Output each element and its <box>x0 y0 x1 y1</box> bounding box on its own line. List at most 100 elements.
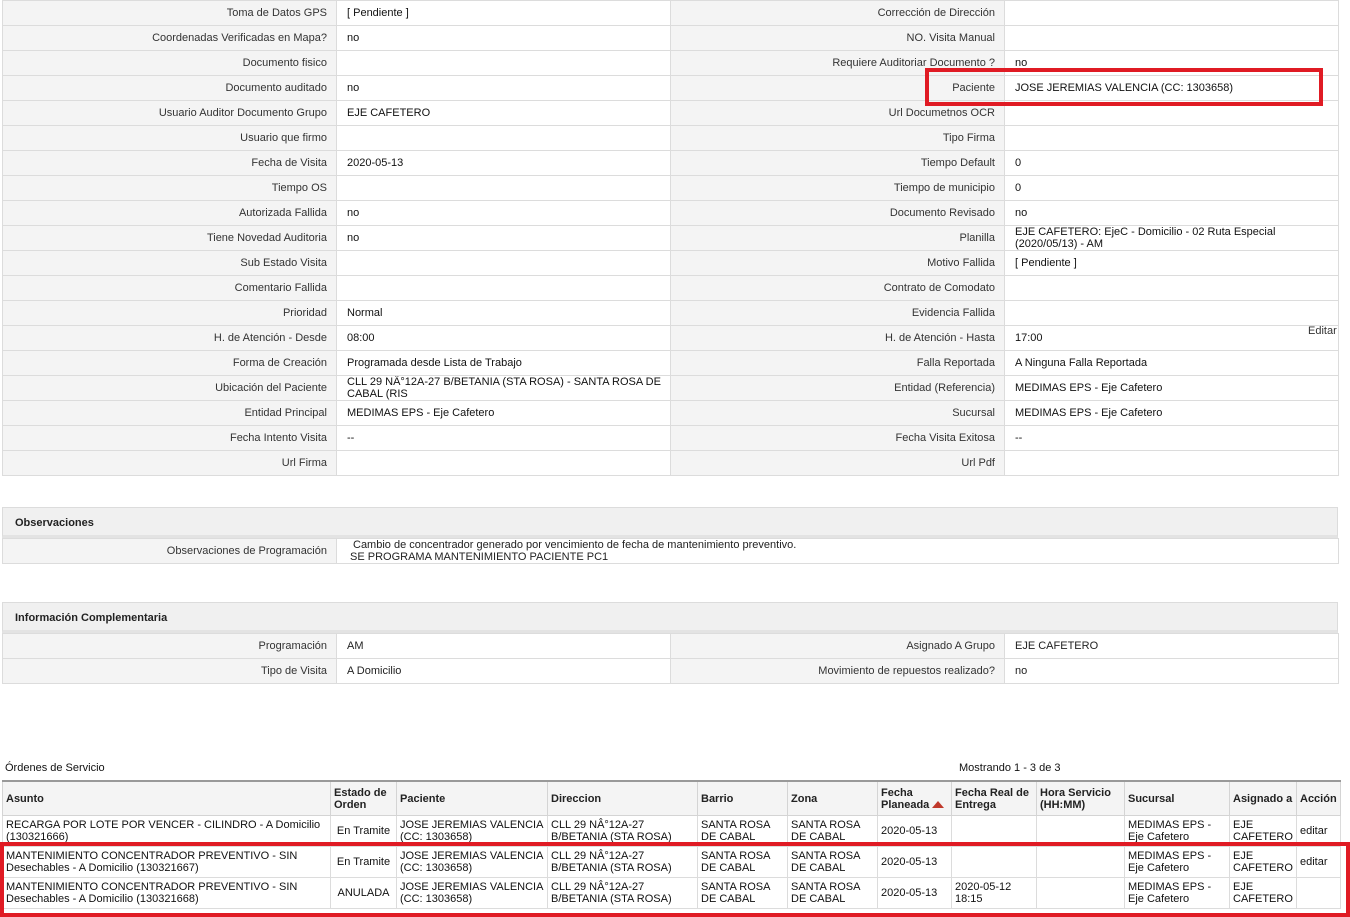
field-label: Documento Revisado <box>670 200 1005 226</box>
field-value: Normal <box>336 300 671 326</box>
field-label: Tiene Novedad Auditoria <box>2 225 337 251</box>
field-label: Fecha de Visita <box>2 150 337 176</box>
table-cell: JOSE JEREMIAS VALENCIA (CC: 1303658) <box>396 815 548 847</box>
field-label: Programación <box>2 633 337 659</box>
column-header[interactable]: Direccion <box>547 780 698 816</box>
field-value: EJE CAFETERO: EjeC - Domicilio - 02 Ruta… <box>1004 225 1339 251</box>
field-label: Documento auditado <box>2 75 337 101</box>
detail-row: Documento fisico Requiere Auditoriar Docu… <box>2 50 1339 76</box>
table-cell: SANTA ROSA DE CABAL <box>787 815 878 847</box>
field-value <box>336 275 671 301</box>
table-cell: En Tramite <box>330 815 397 847</box>
column-header-label: Hora Servicio (HH:MM) <box>1040 786 1111 811</box>
edit-link[interactable]: Editar <box>1308 325 1337 337</box>
field-label: H. de Atención - Desde <box>2 325 337 351</box>
field-value <box>1004 275 1339 301</box>
detail-row: Prioridad Normal Evidencia Fallida <box>2 300 1339 326</box>
field-value: JOSE JEREMIAS VALENCIA (CC: 1303658) <box>1004 75 1339 101</box>
field-label: Movimiento de repuestos realizado? <box>670 658 1005 684</box>
field-label: Fecha Visita Exitosa <box>670 425 1005 451</box>
column-header[interactable]: Fecha Planeada <box>877 780 952 816</box>
detail-row: Autorizada Fallida no Documento Revisado no <box>2 200 1339 226</box>
field-label: Comentario Fallida <box>2 275 337 301</box>
detail-row: Fecha Intento Visita -- Fecha Visita Exito… <box>2 425 1339 451</box>
detail-row: Usuario que firmo Tipo Firma <box>2 125 1339 151</box>
observaciones-section: Observaciones Observaciones de Programac… <box>2 507 1339 564</box>
field-label: Toma de Datos GPS <box>2 0 337 26</box>
field-value: MEDIMAS EPS - Eje Cafetero <box>1004 400 1339 426</box>
column-header[interactable]: Zona <box>787 780 878 816</box>
table-cell: MEDIMAS EPS - Eje Cafetero <box>1124 815 1230 847</box>
field-value: [ Pendiente ] <box>1004 250 1339 276</box>
field-label: Sub Estado Visita <box>2 250 337 276</box>
table-cell: 2020-05-13 <box>877 877 952 909</box>
orders-table: Asunto Estado de Orden Paciente Direccion Ba… <box>2 780 1341 909</box>
detail-row: Fecha de Visita 2020-05-13 Tiempo Default 0 <box>2 150 1339 176</box>
table-cell: EJE CAFETERO <box>1229 846 1297 878</box>
column-header[interactable]: Asunto <box>2 780 331 816</box>
column-header-label: Asunto <box>6 792 44 805</box>
column-header[interactable]: Estado de Orden <box>330 780 397 816</box>
table-cell: EJE CAFETERO <box>1229 877 1297 909</box>
table-row: RECARGA POR LOTE POR VENCER - CILINDRO -… <box>2 815 1341 847</box>
column-header[interactable]: Asignado a <box>1229 780 1297 816</box>
field-value: A Domicilio <box>336 658 671 684</box>
column-header-label: Sucursal <box>1128 792 1175 805</box>
field-value: 0 <box>1004 175 1339 201</box>
complementaria-table: Programación AM Asignado A Grupo EJE CAFETE… <box>2 633 1339 684</box>
field-label: Tiempo de municipio <box>670 175 1005 201</box>
edit-order-link[interactable]: editar <box>1296 815 1341 847</box>
field-label: Url Firma <box>2 450 337 476</box>
detail-row: Toma de Datos GPS[ Pendiente ] Corrección… <box>2 0 1339 26</box>
column-header[interactable]: Barrio <box>697 780 788 816</box>
field-label: Tipo de Visita <box>2 658 337 684</box>
detail-row: Coordenadas Verificadas en Mapa? no NO. Vi… <box>2 25 1339 51</box>
detail-row: Tiene Novedad Auditoria no Planilla EJE CAF… <box>2 225 1339 251</box>
table-cell: 2020-05-12 18:15 <box>951 877 1037 909</box>
table-cell: CLL 29 NÂ°12A-27 B/BETANIA (STA ROSA) <box>547 877 698 909</box>
field-label: Sucursal <box>670 400 1005 426</box>
field-value: [ Pendiente ] <box>336 0 671 26</box>
detail-row: Sub Estado Visita Motivo Fallida[ Pendien… <box>2 250 1339 276</box>
field-value <box>336 250 671 276</box>
column-header-label: Direccion <box>551 792 602 805</box>
field-label: Usuario que firmo <box>2 125 337 151</box>
field-label: Paciente <box>670 75 1005 101</box>
table-cell: CLL 29 NÂ°12A-27 B/BETANIA (STA ROSA) <box>547 815 698 847</box>
field-label: Contrato de Comodato <box>670 275 1005 301</box>
table-row: MANTENIMIENTO CONCENTRADOR PREVENTIVO - … <box>2 846 1341 878</box>
column-header-label: Paciente <box>400 792 446 805</box>
column-header[interactable]: Hora Servicio (HH:MM) <box>1036 780 1125 816</box>
table-cell: MANTENIMIENTO CONCENTRADOR PREVENTIVO - … <box>2 877 331 909</box>
detail-row: Usuario Auditor Documento Grupo EJE CAFET… <box>2 100 1339 126</box>
column-header[interactable]: Paciente <box>396 780 548 816</box>
field-value: Cambio de concentrador generado por venc… <box>336 538 1339 564</box>
table-cell: MEDIMAS EPS - Eje Cafetero <box>1124 877 1230 909</box>
table-cell: EJE CAFETERO <box>1229 815 1297 847</box>
field-value: 0 <box>1004 150 1339 176</box>
edit-order-link[interactable]: editar <box>1296 846 1341 878</box>
visit-details-table: Toma de Datos GPS[ Pendiente ] Corrección… <box>2 0 1339 476</box>
section-title: Observaciones <box>2 507 1338 538</box>
column-header[interactable]: Acción <box>1296 780 1341 816</box>
observaciones-line: Cambio de concentrador generado por venc… <box>353 539 797 551</box>
field-label: Forma de Creación <box>2 350 337 376</box>
section-title: Información Complementaria <box>2 602 1338 633</box>
table-cell: CLL 29 NÂ°12A-27 B/BETANIA (STA ROSA) <box>547 846 698 878</box>
field-value <box>1004 100 1339 126</box>
field-value: no <box>336 200 671 226</box>
edit-order-link[interactable] <box>1296 877 1341 909</box>
detail-row: Entidad Principal MEDIMAS EPS - Eje Cafet… <box>2 400 1339 426</box>
sort-ascending-icon[interactable] <box>932 801 945 809</box>
field-label: H. de Atención - Hasta <box>670 325 1005 351</box>
field-label: Entidad (Referencia) <box>670 375 1005 401</box>
column-header[interactable]: Sucursal <box>1124 780 1230 816</box>
column-header[interactable]: Fecha Real de Entrega <box>951 780 1037 816</box>
table-row: MANTENIMIENTO CONCENTRADOR PREVENTIVO - … <box>2 877 1341 909</box>
field-label: Coordenadas Verificadas en Mapa? <box>2 25 337 51</box>
field-value <box>1004 25 1339 51</box>
table-cell: MANTENIMIENTO CONCENTRADOR PREVENTIVO - … <box>2 846 331 878</box>
column-header-label: Zona <box>791 792 818 805</box>
field-value: no <box>1004 658 1339 684</box>
table-cell: JOSE JEREMIAS VALENCIA (CC: 1303658) <box>396 877 548 909</box>
